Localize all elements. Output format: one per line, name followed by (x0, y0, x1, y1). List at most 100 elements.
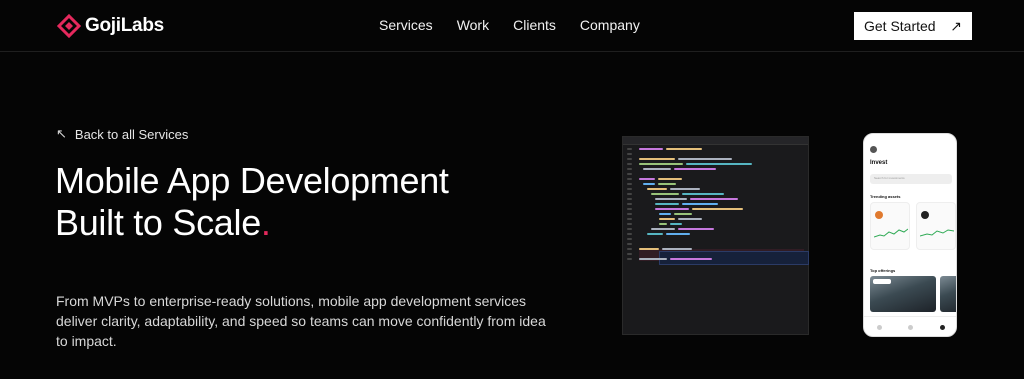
code-line (623, 158, 808, 160)
phone-title: Invest (870, 160, 888, 166)
code-token (659, 213, 671, 215)
line-number (627, 193, 632, 195)
line-number (627, 238, 632, 240)
line-number (627, 198, 632, 200)
code-editor-image (622, 136, 809, 335)
line-number (627, 163, 632, 165)
phone-search-placeholder: Search for investments (874, 176, 905, 180)
asset-icon (875, 211, 883, 219)
code-token (655, 198, 687, 200)
code-token (686, 163, 752, 165)
line-number (627, 213, 632, 215)
code-token (662, 248, 692, 250)
line-number (627, 223, 632, 225)
line-number (627, 228, 632, 230)
code-token (678, 158, 732, 160)
top-nav: GojiLabs Services Work Clients Company G… (0, 0, 1024, 52)
property-photo (940, 276, 956, 312)
code-token (639, 158, 675, 160)
line-number (627, 243, 632, 245)
line-number (627, 148, 632, 150)
back-label: Back to all Services (74, 126, 189, 142)
code-token (639, 148, 663, 150)
code-token (670, 188, 700, 190)
code-token (643, 168, 671, 170)
code-token (639, 258, 667, 260)
home-tab-icon (877, 325, 883, 330)
phone-search-field: Search for investments (870, 174, 952, 184)
photo-badge (873, 279, 891, 284)
code-line (623, 213, 808, 215)
code-token (658, 183, 676, 185)
back-to-services-link[interactable]: ↖ Back to all Services (56, 126, 188, 142)
code-token (639, 178, 655, 180)
brand-logo[interactable]: GojiLabs (57, 14, 164, 38)
code-line (623, 163, 808, 165)
code-line (623, 258, 808, 260)
editor-titlebar (623, 137, 808, 145)
code-line (623, 148, 808, 150)
line-number (627, 153, 632, 155)
code-line (623, 173, 808, 175)
code-line (623, 253, 808, 255)
code-token (639, 248, 659, 250)
code-token (659, 223, 667, 225)
phone-avatar (870, 146, 877, 153)
code-line (623, 198, 808, 200)
code-token (666, 233, 690, 235)
code-line (623, 153, 808, 155)
nav-link-company[interactable]: Company (580, 17, 640, 33)
code-token (674, 213, 692, 215)
nav-link-work[interactable]: Work (457, 17, 489, 33)
code-line (623, 243, 808, 245)
sparkline-chart (920, 229, 954, 237)
asset-card (870, 202, 910, 250)
phone-top-heading: Top offerings (870, 268, 896, 273)
code-token (651, 228, 675, 230)
line-number (627, 258, 632, 260)
code-line (623, 188, 808, 190)
get-started-button[interactable]: Get Started ↗ (854, 12, 972, 40)
code-line (623, 223, 808, 225)
line-number (627, 168, 632, 170)
code-token (692, 208, 743, 210)
phone-tab-bar (864, 316, 956, 336)
code-line (623, 233, 808, 235)
code-line (623, 238, 808, 240)
code-token (666, 148, 702, 150)
hero-description: From MVPs to enterprise-ready solutions,… (56, 293, 546, 349)
code-line (623, 248, 808, 250)
line-number (627, 188, 632, 190)
line-number (627, 218, 632, 220)
main-nav: Services Work Clients Company (379, 17, 640, 33)
brand-name: GojiLabs (85, 15, 164, 37)
code-token (655, 203, 679, 205)
code-line (623, 193, 808, 195)
code-line (623, 178, 808, 180)
code-line (623, 208, 808, 210)
line-number (627, 178, 632, 180)
line-number (627, 233, 632, 235)
sparkline-chart (874, 228, 908, 238)
brand-name-part1: Goji (85, 15, 121, 36)
code-line (623, 228, 808, 230)
code-line (623, 168, 808, 170)
portfolio-tab-icon (908, 325, 914, 330)
line-number (627, 208, 632, 210)
line-number (627, 203, 632, 205)
code-token (658, 178, 682, 180)
code-token (647, 188, 667, 190)
phone-mockup-image: Invest Search for investments Trending a… (863, 133, 957, 337)
code-token (643, 183, 655, 185)
nav-link-services[interactable]: Services (379, 17, 433, 33)
code-token (690, 198, 738, 200)
code-line (623, 203, 808, 205)
asset-card (916, 202, 956, 250)
arrow-up-right-icon: ↗ (950, 17, 962, 34)
phone-trending-heading: Trending assets (870, 194, 901, 199)
line-number (627, 173, 632, 175)
line-number (627, 248, 632, 250)
nav-link-clients[interactable]: Clients (513, 17, 556, 33)
brand-name-part2: Labs (120, 15, 164, 36)
code-token (670, 258, 712, 260)
